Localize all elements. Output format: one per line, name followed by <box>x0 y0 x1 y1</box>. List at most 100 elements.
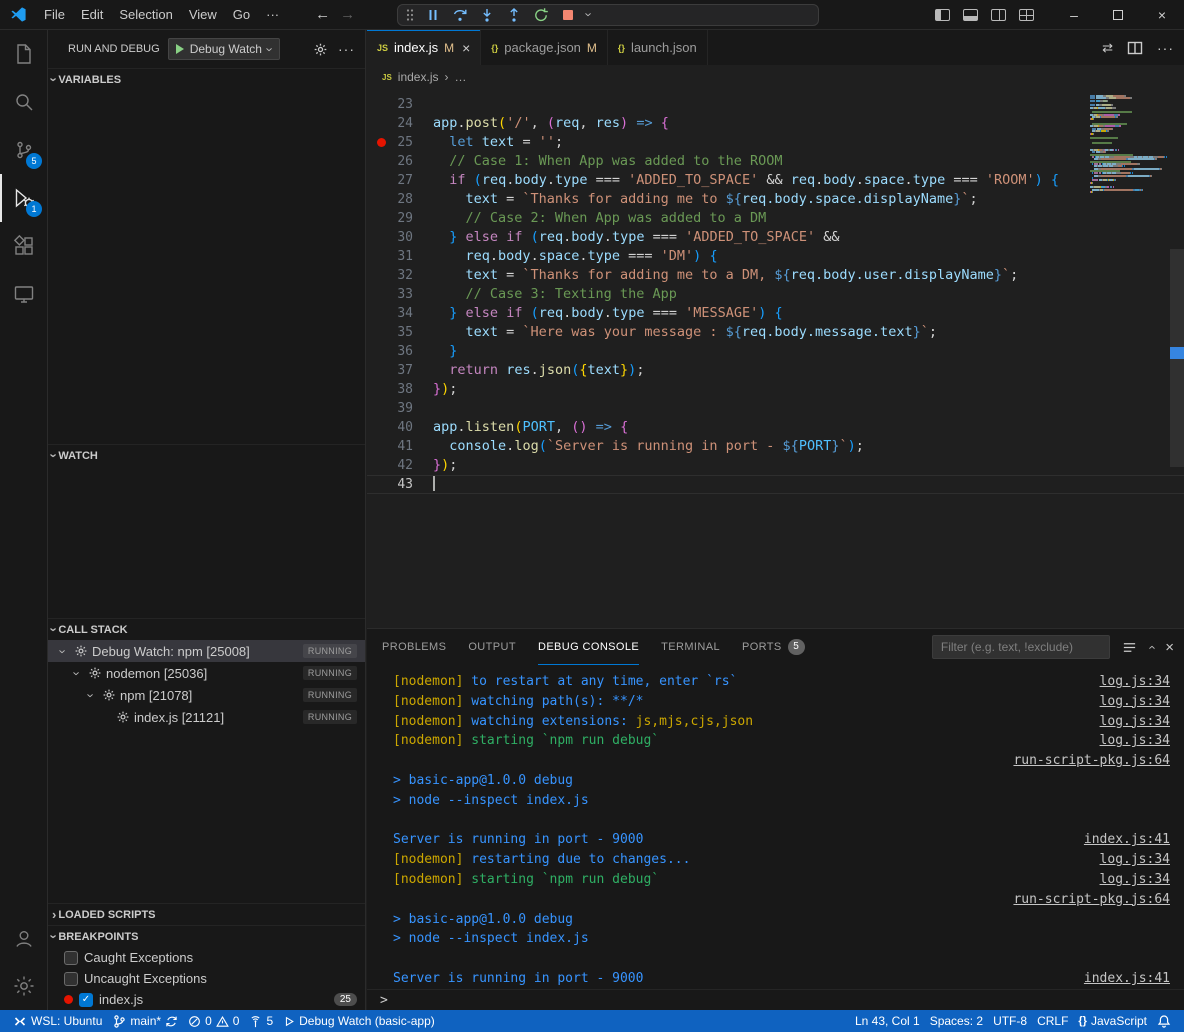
code-text[interactable]: if (req.body.type === 'ADDED_TO_SPACE' &… <box>433 171 1059 190</box>
code-text[interactable]: text = `Here was your message : ${req.bo… <box>433 323 937 342</box>
breakpoint-margin[interactable] <box>375 114 389 133</box>
indentation[interactable]: Spaces: 2 <box>925 1010 988 1032</box>
source-link[interactable]: log.js:34 <box>1100 731 1170 751</box>
run-and-debug-icon[interactable]: 1 <box>0 174 47 222</box>
gutter[interactable]: 27 <box>367 171 413 190</box>
step-out-icon[interactable] <box>506 7 522 23</box>
menu-more[interactable]: ··· <box>258 4 287 25</box>
breadcrumb-symbol[interactable]: … <box>454 70 466 84</box>
code-line-40[interactable]: 40app.listen(PORT, () => { <box>367 418 1184 437</box>
step-over-icon[interactable] <box>452 7 468 23</box>
back-icon[interactable]: ← <box>315 6 330 23</box>
source-link[interactable]: log.js:34 <box>1100 672 1170 692</box>
forward-icon[interactable]: → <box>340 6 355 23</box>
problems-indicator[interactable]: 0 0 <box>183 1010 244 1032</box>
code-line-26[interactable]: 26 // Case 1: When App was added to the … <box>367 152 1184 171</box>
source-link[interactable]: run-script-pkg.js:64 <box>1013 751 1170 771</box>
start-debug-icon[interactable] <box>176 44 184 54</box>
tab-package.json[interactable]: {}package.jsonM <box>481 30 608 65</box>
code-line-29[interactable]: 29 // Case 2: When App was added to a DM <box>367 209 1184 228</box>
breakpoint-margin[interactable] <box>375 190 389 209</box>
restart-icon[interactable] <box>533 7 549 23</box>
code-line-38[interactable]: 38}); <box>367 380 1184 399</box>
source-link[interactable]: log.js:34 <box>1100 870 1170 890</box>
code-line-24[interactable]: 24app.post('/', (req, res) => { <box>367 114 1184 133</box>
drag-grip-icon[interactable] <box>406 8 414 22</box>
callstack-row[interactable]: ›Debug Watch: npm [25008]RUNNING <box>48 640 365 662</box>
source-link[interactable]: index.js:41 <box>1084 969 1170 989</box>
breakpoint-margin[interactable] <box>375 209 389 228</box>
checkbox[interactable]: ✓ <box>79 993 93 1007</box>
code-text[interactable]: // Case 2: When App was added to a DM <box>433 209 766 228</box>
tab-launch.json[interactable]: {}launch.json <box>608 30 708 65</box>
code-line-39[interactable]: 39 <box>367 399 1184 418</box>
gutter[interactable]: 35 <box>367 323 413 342</box>
menu-edit[interactable]: Edit <box>73 4 111 25</box>
panel-tab-ports[interactable]: PORTS5 <box>742 629 805 665</box>
code-line-30[interactable]: 30 } else if (req.body.type === 'ADDED_T… <box>367 228 1184 247</box>
language-mode[interactable]: {} JavaScript <box>1073 1010 1152 1032</box>
code-line-35[interactable]: 35 text = `Here was your message : ${req… <box>367 323 1184 342</box>
callstack-row[interactable]: index.js [21121]RUNNING <box>48 706 365 728</box>
breakpoint-margin[interactable] <box>375 418 389 437</box>
stop-icon[interactable] <box>560 7 576 23</box>
source-link[interactable]: log.js:34 <box>1100 712 1170 732</box>
source-link[interactable]: log.js:34 <box>1100 692 1170 712</box>
console-filter-input[interactable] <box>932 635 1110 659</box>
eol[interactable]: CRLF <box>1032 1010 1073 1032</box>
gutter[interactable]: 24 <box>367 114 413 133</box>
branch-indicator[interactable]: main* <box>107 1010 183 1032</box>
gutter[interactable]: 39 <box>367 399 413 418</box>
gutter[interactable]: 29 <box>367 209 413 228</box>
code-line-42[interactable]: 42}); <box>367 456 1184 475</box>
settings-gear-icon[interactable] <box>0 962 47 1010</box>
pause-icon[interactable] <box>425 7 441 23</box>
collapse-all-icon[interactable] <box>1122 640 1137 655</box>
menu-file[interactable]: File <box>36 4 73 25</box>
gutter[interactable]: 36 <box>367 342 413 361</box>
section-breakpoints[interactable]: › BREAKPOINTS <box>48 925 365 947</box>
code-text[interactable]: } else if (req.body.type === 'ADDED_TO_S… <box>433 228 840 247</box>
notifications-bell-icon[interactable] <box>1152 1010 1176 1032</box>
console-input[interactable]: > <box>367 989 1184 1010</box>
gutter[interactable]: 37 <box>367 361 413 380</box>
code-text[interactable] <box>433 475 435 494</box>
breakpoint-row[interactable]: Caught Exceptions <box>48 947 365 968</box>
ports-indicator[interactable]: 5 <box>244 1010 278 1032</box>
code-text[interactable]: app.listen(PORT, () => { <box>433 418 628 437</box>
breakpoint-margin[interactable] <box>375 323 389 342</box>
toggle-secondary-sidebar-icon[interactable] <box>991 9 1006 21</box>
code-text[interactable]: // Case 3: Texting the App <box>433 285 677 304</box>
code-text[interactable]: }); <box>433 380 457 399</box>
breakpoint-margin[interactable] <box>375 380 389 399</box>
gutter[interactable]: 34 <box>367 304 413 323</box>
menu-selection[interactable]: Selection <box>111 4 180 25</box>
menu-go[interactable]: Go <box>225 4 258 25</box>
close-panel-icon[interactable]: × <box>1165 639 1174 656</box>
breakpoint-margin[interactable] <box>375 228 389 247</box>
code-editor[interactable]: 2324app.post('/', (req, res) => {25 let … <box>367 89 1184 628</box>
breakpoint-margin[interactable] <box>375 304 389 323</box>
open-changes-icon[interactable]: ⇄ <box>1102 40 1113 56</box>
source-link[interactable]: log.js:34 <box>1100 850 1170 870</box>
toggle-sidebar-icon[interactable] <box>935 9 950 21</box>
gutter[interactable]: 41 <box>367 437 413 456</box>
search-icon[interactable] <box>0 78 47 126</box>
cursor-position[interactable]: Ln 43, Col 1 <box>850 1010 925 1032</box>
command-center[interactable]: › <box>397 4 819 26</box>
breakpoint-margin[interactable] <box>375 266 389 285</box>
split-editor-icon[interactable] <box>1127 41 1143 55</box>
explorer-icon[interactable] <box>0 30 47 78</box>
menu-view[interactable]: View <box>181 4 225 25</box>
panel-tab-terminal[interactable]: TERMINAL <box>661 629 720 665</box>
gutter[interactable]: 38 <box>367 380 413 399</box>
checkbox[interactable] <box>64 951 78 965</box>
callstack-row[interactable]: ›npm [21078]RUNNING <box>48 684 365 706</box>
code-text[interactable]: } <box>433 342 457 361</box>
gutter[interactable]: 33 <box>367 285 413 304</box>
code-line-27[interactable]: 27 if (req.body.type === 'ADDED_TO_SPACE… <box>367 171 1184 190</box>
maximize-button[interactable] <box>1096 0 1140 30</box>
toggle-panel-icon[interactable] <box>963 9 978 21</box>
code-line-32[interactable]: 32 text = `Thanks for adding me to a DM,… <box>367 266 1184 285</box>
source-link[interactable]: run-script-pkg.js:64 <box>1013 890 1170 910</box>
